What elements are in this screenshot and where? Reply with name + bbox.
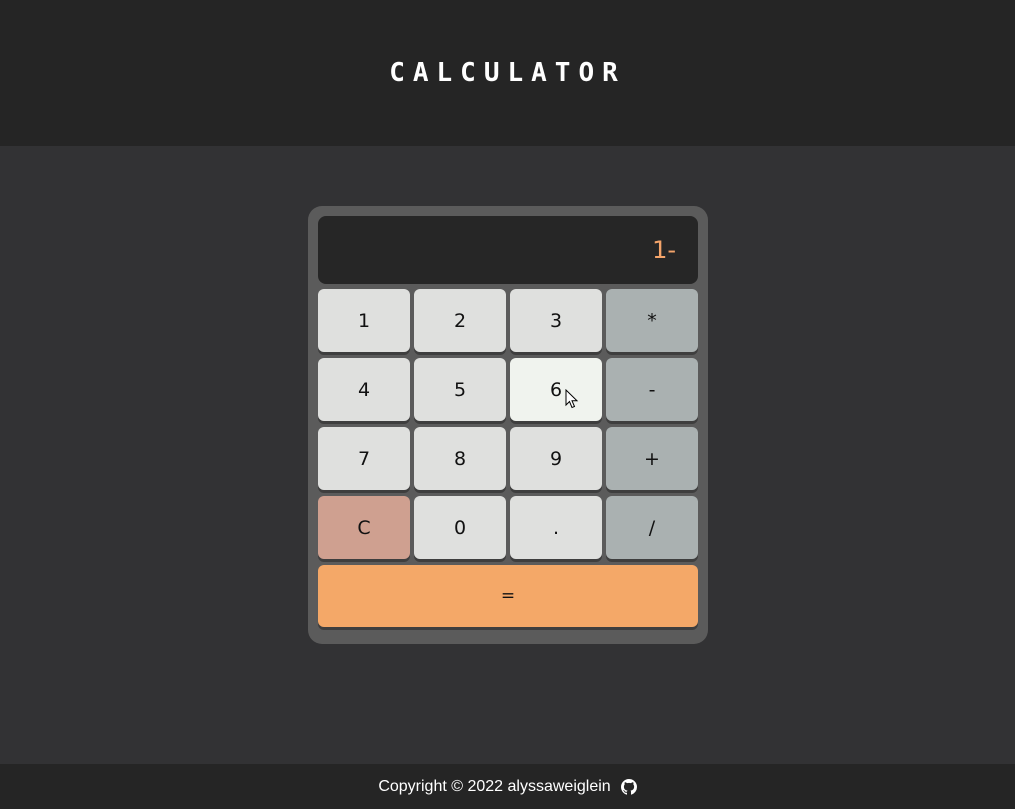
decimal-button[interactable]: . [510,496,602,559]
clear-button[interactable]: C [318,496,410,559]
divide-button[interactable]: / [606,496,698,559]
add-button[interactable]: + [606,427,698,490]
multiply-button[interactable]: * [606,289,698,352]
calculator-display: 1- [318,216,698,284]
key-6-button[interactable]: 6 [510,358,602,421]
key-2-button[interactable]: 2 [414,289,506,352]
key-1-button[interactable]: 1 [318,289,410,352]
page-title: CALCULATOR [389,58,626,88]
key-7-button[interactable]: 7 [318,427,410,490]
copyright-text: Copyright © 2022 alyssaweiglein [378,777,611,795]
key-0-button[interactable]: 0 [414,496,506,559]
key-9-button[interactable]: 9 [510,427,602,490]
calculator: 1- 1 2 3 * 4 5 6 - 7 8 9 + C 0 . / = [308,206,708,644]
key-4-button[interactable]: 4 [318,358,410,421]
footer: Copyright © 2022 alyssaweiglein [0,764,1015,809]
key-3-button[interactable]: 3 [510,289,602,352]
key-5-button[interactable]: 5 [414,358,506,421]
header: CALCULATOR [0,0,1015,146]
key-8-button[interactable]: 8 [414,427,506,490]
subtract-button[interactable]: - [606,358,698,421]
github-icon[interactable] [620,778,637,795]
equals-button[interactable]: = [318,565,698,627]
